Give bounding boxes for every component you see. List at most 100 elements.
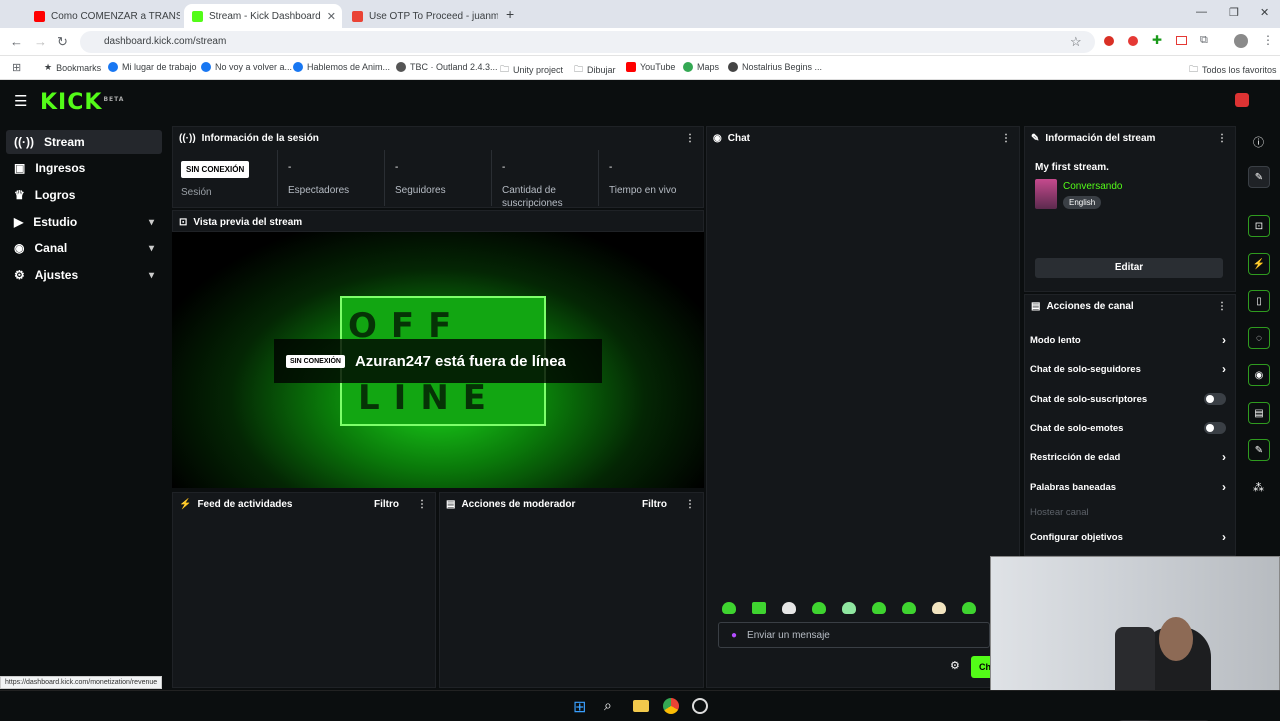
chrome-icon[interactable]: [663, 698, 679, 714]
emotes-only-toggle[interactable]: [1204, 422, 1226, 434]
action-followers-only-chat[interactable]: Chat de solo-seguidores ›: [1030, 359, 1226, 379]
preview-header-row: ⊡ Vista previa del stream: [179, 216, 303, 228]
options-dots-icon[interactable]: ⋮: [1217, 133, 1227, 144]
offline-badge: SIN CONEXIÓN: [286, 354, 345, 368]
search-icon[interactable]: ⌕: [604, 697, 612, 714]
bookmark-item[interactable]: Hablemos de Anim...: [293, 62, 390, 72]
action-age-restriction[interactable]: Restricción de edad ›: [1030, 447, 1226, 467]
sidebar-item-canal[interactable]: ◉ Canal ▾: [6, 236, 162, 260]
action-banned-words[interactable]: Palabras baneadas ›: [1030, 477, 1226, 497]
tab-kick-dashboard[interactable]: Stream - Kick Dashboard ✕: [184, 4, 342, 28]
hamburger-menu-icon[interactable]: ☰: [14, 92, 27, 110]
emote-icon[interactable]: [962, 602, 976, 614]
moderator-filter-button[interactable]: Filtro: [642, 499, 667, 510]
info-icon[interactable]: ⓘ: [1253, 134, 1264, 150]
stat-live-time: - Tiempo en vivo: [609, 162, 677, 196]
emote-icon[interactable]: [782, 602, 796, 614]
folder-icon: 🗀: [500, 64, 510, 74]
bookmark-star-icon[interactable]: ☆: [1070, 34, 1082, 50]
star-icon: ★: [44, 62, 53, 72]
pencil-icon: ✎: [1031, 132, 1040, 144]
bookmark-item[interactable]: No voy a volver a...: [201, 62, 292, 72]
options-dots-icon[interactable]: ⋮: [685, 499, 695, 510]
extension-icon[interactable]: [1128, 36, 1138, 46]
feed-filter-button[interactable]: Filtro: [374, 499, 399, 510]
chevron-down-icon: ▾: [148, 269, 154, 281]
emote-icon[interactable]: [872, 602, 886, 614]
bookmark-folder[interactable]: 🗀 Unity project: [500, 62, 563, 78]
extension-icon[interactable]: ✚: [1152, 33, 1162, 47]
chat-message-input[interactable]: ● Enviar un mensaje: [718, 622, 990, 648]
close-tab-icon[interactable]: ✕: [327, 10, 336, 23]
more-tools-icon[interactable]: ⁂: [1253, 481, 1264, 494]
apps-grid-icon[interactable]: ⊞: [12, 61, 21, 74]
list-tool-icon[interactable]: ▯: [1248, 290, 1270, 312]
activity-feed-panel: ⚡ Feed de actividades Filtro ⋮: [172, 492, 436, 688]
subscribers-only-toggle[interactable]: [1204, 393, 1226, 405]
offline-banner: SIN CONEXIÓN Azuran247 está fuera de lín…: [274, 339, 602, 383]
options-dots-icon[interactable]: ⋮: [685, 133, 695, 144]
options-dots-icon[interactable]: ⋮: [1217, 301, 1227, 312]
emote-icon[interactable]: [902, 602, 916, 614]
sidebar-item-logros[interactable]: ♛ Logros: [6, 183, 162, 207]
bookmark-item[interactable]: Maps: [683, 62, 719, 72]
extension-icon[interactable]: [1104, 36, 1114, 46]
extension-icon[interactable]: [1176, 36, 1187, 45]
tab-gmail[interactable]: Use OTP To Proceed - juanman ✕: [344, 4, 498, 28]
microphone-icon[interactable]: ●: [731, 630, 737, 641]
edit-tool-icon[interactable]: ✎: [1248, 166, 1270, 188]
action-configure-goals[interactable]: Configurar objetivos ›: [1030, 527, 1226, 547]
sidebar-item-ajustes[interactable]: ⚙ Ajustes ▾: [6, 263, 162, 287]
user-avatar[interactable]: [1235, 93, 1249, 107]
emote-icon[interactable]: [812, 602, 826, 614]
channel-tool-icon[interactable]: ▤: [1248, 402, 1270, 424]
back-icon[interactable]: ←: [10, 34, 23, 49]
extensions-puzzle-icon[interactable]: ⧉: [1200, 34, 1208, 47]
tab-youtube[interactable]: Como COMENZAR a TRANSMI ✕: [26, 4, 180, 28]
windows-taskbar: ⊞ ⌕: [0, 690, 1280, 720]
emote-icon[interactable]: [752, 602, 766, 614]
kick-logo[interactable]: KICKBETA: [40, 90, 124, 115]
chat-tool-icon[interactable]: ◌: [1248, 327, 1270, 349]
bookmark-item[interactable]: ★ Bookmarks: [44, 62, 101, 73]
minimize-icon[interactable]: —: [1196, 6, 1207, 18]
windows-start-icon[interactable]: ⊞: [573, 697, 586, 717]
obs-icon[interactable]: [692, 698, 708, 714]
broadcast-tool-icon[interactable]: ◉: [1248, 364, 1270, 386]
sidebar-item-estudio[interactable]: ▶ Estudio ▾: [6, 210, 162, 234]
sidebar-item-ingresos[interactable]: ▣ Ingresos: [6, 156, 162, 180]
new-tab-icon[interactable]: +: [506, 6, 514, 22]
wrench-tool-icon[interactable]: ✎: [1248, 439, 1270, 461]
youtube-icon: [626, 62, 636, 72]
bolt-tool-icon[interactable]: ⚡: [1248, 253, 1270, 275]
url-field[interactable]: dashboard.kick.com/stream: [80, 31, 1095, 53]
menu-dots-icon[interactable]: ⋮: [1262, 33, 1274, 47]
file-explorer-icon[interactable]: [633, 700, 649, 712]
sidebar-item-stream[interactable]: ((·)) Stream: [6, 130, 162, 154]
bookmark-item[interactable]: Mi lugar de trabajo: [108, 62, 197, 72]
moderator-actions-header: ▤ Acciones de moderador Filtro ⋮: [446, 498, 695, 510]
bookmark-folder[interactable]: 🗀 Dibujar: [574, 62, 616, 78]
gear-icon: ⚙: [14, 268, 25, 282]
forward-icon[interactable]: →: [34, 34, 47, 49]
options-dots-icon[interactable]: ⋮: [417, 499, 427, 510]
reload-icon[interactable]: ↻: [57, 34, 68, 50]
emote-icon[interactable]: [722, 602, 736, 614]
chat-settings-gear-icon[interactable]: ⚙: [950, 659, 960, 672]
action-slow-mode[interactable]: Modo lento ›: [1030, 330, 1226, 350]
options-dots-icon[interactable]: ⋮: [1001, 133, 1011, 144]
stream-category[interactable]: Conversando: [1063, 181, 1122, 192]
edit-button[interactable]: Editar: [1035, 258, 1223, 278]
bookmark-item[interactable]: TBC · Outland 2.4.3...: [396, 62, 498, 72]
emote-icon[interactable]: [932, 602, 946, 614]
profile-avatar[interactable]: [1234, 34, 1248, 48]
all-bookmarks[interactable]: 🗀 Todos los favoritos: [1189, 62, 1277, 78]
maximize-icon[interactable]: ❐: [1229, 6, 1239, 19]
emote-icon[interactable]: [842, 602, 856, 614]
category-thumbnail: [1035, 179, 1057, 209]
browser-tab-bar: Como COMENZAR a TRANSMI ✕ Stream - Kick …: [0, 0, 1280, 28]
close-window-icon[interactable]: ✕: [1260, 6, 1269, 19]
bookmark-item[interactable]: YouTube: [626, 62, 675, 72]
capture-tool-icon[interactable]: ⊡: [1248, 215, 1270, 237]
bookmark-item[interactable]: Nostalrius Begins ...: [728, 62, 822, 72]
